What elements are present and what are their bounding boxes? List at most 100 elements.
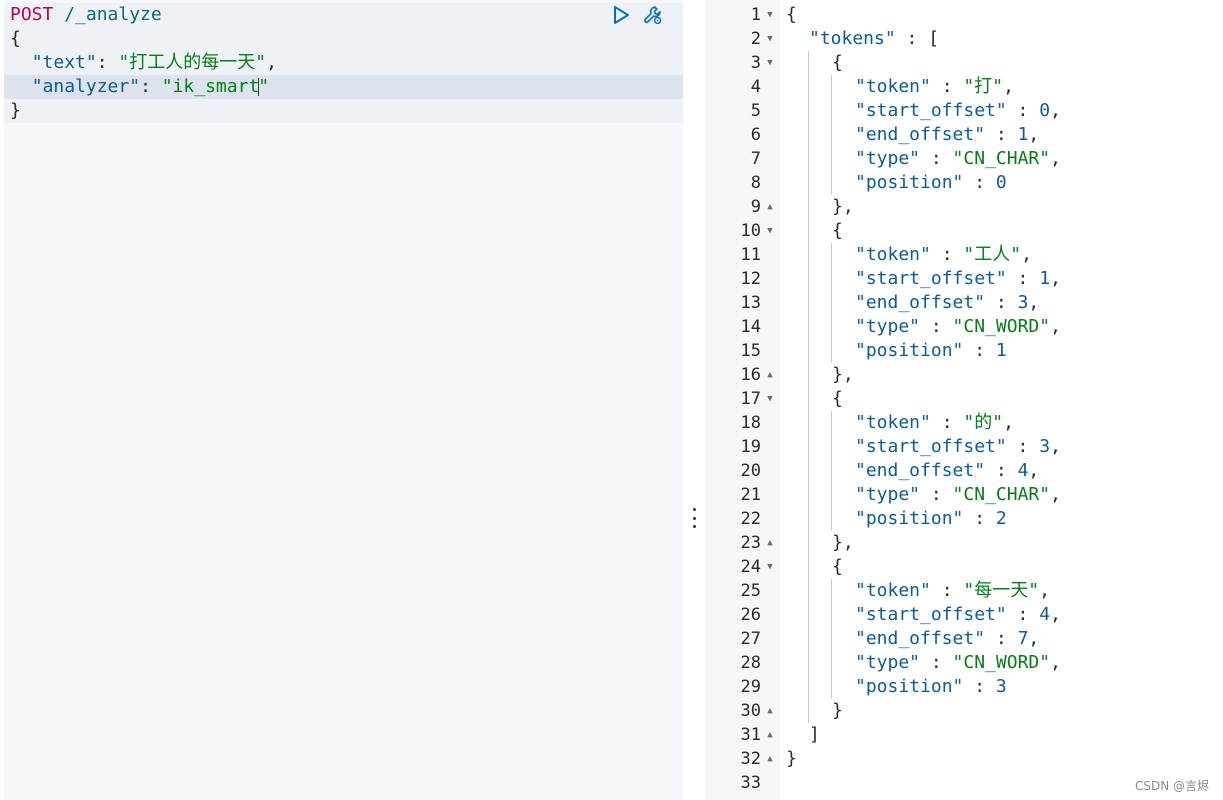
request-line-close-brace[interactable]: } [4, 99, 683, 123]
response-line[interactable]: "type" : "CN_CHAR", [855, 147, 1061, 171]
response-line[interactable]: ] [809, 723, 820, 747]
request-line-method[interactable]: POST /_analyze [4, 3, 683, 27]
line-number: 28 [740, 653, 761, 673]
response-line[interactable]: "start_offset" : 3, [855, 435, 1061, 459]
punctuation: : [985, 460, 1018, 481]
type-value: "CN_CHAR" [952, 484, 1051, 505]
fold-expand-icon[interactable]: ▲ [765, 363, 775, 387]
position-key: "position" [855, 508, 964, 529]
response-line[interactable]: "start_offset" : 4, [855, 603, 1061, 627]
response-line[interactable]: { [832, 387, 843, 411]
punctuation: : [963, 676, 996, 697]
wrench-icon[interactable] [642, 4, 664, 26]
line-number: 22 [740, 509, 761, 529]
response-line[interactable]: "end_offset" : 3, [855, 291, 1039, 315]
response-line[interactable]: "position" : 3 [855, 675, 1007, 699]
indent-guide [831, 75, 832, 195]
line-number: 26 [740, 605, 761, 625]
text-value: "打工人的每一天" [118, 52, 267, 73]
open-brace: { [786, 4, 797, 25]
response-line[interactable]: }, [832, 363, 854, 387]
punctuation: , [1028, 460, 1040, 481]
response-line[interactable]: "position" : 2 [855, 507, 1007, 531]
request-line-text[interactable]: "text": "打工人的每一天", [4, 51, 683, 75]
close-bracket: ] [809, 724, 820, 745]
response-line[interactable]: "type" : "CN_CHAR", [855, 483, 1061, 507]
line-number: 32 [740, 749, 761, 769]
fold-expand-icon[interactable]: ▲ [765, 747, 775, 771]
fold-collapse-icon[interactable]: ▼ [765, 51, 775, 75]
punctuation: , [1050, 652, 1061, 673]
punctuation: : [930, 412, 964, 433]
response-line[interactable]: "position" : 0 [855, 171, 1007, 195]
punctuation: , [1003, 76, 1014, 97]
punctuation: : [ [895, 28, 940, 49]
punctuation: : [985, 292, 1018, 313]
fold-expand-icon[interactable]: ▲ [765, 195, 775, 219]
start-offset-key: "start_offset" [855, 268, 1007, 289]
response-line[interactable]: } [786, 747, 797, 771]
line-number: 5 [750, 101, 761, 121]
response-line[interactable]: }, [832, 195, 854, 219]
request-line-open-brace[interactable]: { [4, 27, 683, 51]
response-line[interactable]: } [832, 699, 843, 723]
punctuation: : [930, 244, 964, 265]
start-offset-value: 4 [1039, 604, 1051, 625]
position-key: "position" [855, 340, 964, 361]
response-line[interactable]: "start_offset" : 1, [855, 267, 1061, 291]
response-line[interactable]: }, [832, 531, 854, 555]
response-line[interactable]: { [832, 219, 843, 243]
response-line[interactable]: { [832, 555, 843, 579]
response-line[interactable]: "end_offset" : 4, [855, 459, 1039, 483]
indent-guide [808, 51, 809, 723]
response-line[interactable]: "tokens" : [ [809, 27, 939, 51]
fold-collapse-icon[interactable]: ▼ [765, 219, 775, 243]
fold-expand-icon[interactable]: ▲ [765, 531, 775, 555]
analyzer-key: "analyzer" [31, 76, 141, 97]
line-number: 18 [740, 413, 761, 433]
response-line[interactable]: { [832, 51, 843, 75]
line-number: 4 [750, 77, 761, 97]
response-line[interactable]: "token" : "工人", [855, 243, 1032, 267]
punctuation: , [1028, 628, 1040, 649]
line-number: 15 [740, 341, 761, 361]
line-number: 8 [750, 173, 761, 193]
response-line[interactable]: "position" : 1 [855, 339, 1007, 363]
token-key: "token" [855, 580, 931, 601]
position-value: 1 [995, 340, 1007, 361]
response-line[interactable]: "token" : "的", [855, 411, 1014, 435]
response-line[interactable]: "start_offset" : 0, [855, 99, 1061, 123]
response-line[interactable]: "end_offset" : 1, [855, 123, 1039, 147]
close-brace: }, [832, 364, 854, 385]
http-method: POST [10, 4, 54, 25]
open-brace: { [10, 28, 21, 49]
response-line[interactable]: "type" : "CN_WORD", [855, 315, 1061, 339]
response-line[interactable]: { [786, 3, 797, 27]
fold-expand-icon[interactable]: ▲ [765, 723, 775, 747]
request-line-analyzer[interactable]: "analyzer": "ik_smart" [4, 75, 683, 99]
response-line[interactable]: "token" : "每一天", [855, 579, 1050, 603]
start-offset-key: "start_offset" [855, 100, 1007, 121]
fold-collapse-icon[interactable]: ▼ [765, 27, 775, 51]
line-number: 30 [740, 701, 761, 721]
close-brace: } [832, 700, 843, 721]
end-offset-key: "end_offset" [855, 628, 986, 649]
indent-guide [831, 411, 832, 531]
request-editor[interactable]: POST /_analyze { "text": "打工人的每一天", "ana… [4, 0, 683, 800]
punctuation: , [1050, 436, 1061, 457]
response-line[interactable]: "end_offset" : 7, [855, 627, 1039, 651]
fold-expand-icon[interactable]: ▲ [765, 699, 775, 723]
fold-collapse-icon[interactable]: ▼ [765, 555, 775, 579]
fold-collapse-icon[interactable]: ▼ [765, 387, 775, 411]
type-value: "CN_CHAR" [952, 148, 1051, 169]
splitter-handle[interactable] [693, 508, 696, 528]
response-line[interactable]: "type" : "CN_WORD", [855, 651, 1061, 675]
close-brace: } [786, 748, 797, 769]
punctuation: : [920, 316, 953, 337]
line-number: 12 [740, 269, 761, 289]
punctuation: , [1050, 100, 1061, 121]
fold-collapse-icon[interactable]: ▼ [765, 3, 775, 27]
type-key: "type" [855, 652, 921, 673]
response-line[interactable]: "token" : "打", [855, 75, 1014, 99]
play-icon[interactable] [610, 4, 632, 26]
